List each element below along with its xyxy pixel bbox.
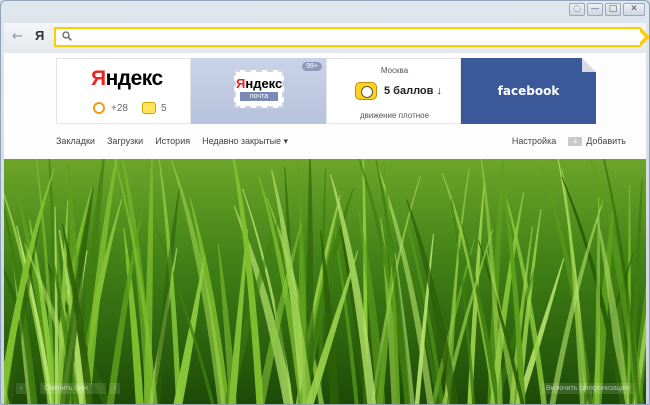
tile-mail[interactable]: 99+ Яндекс почта bbox=[191, 58, 326, 124]
bookmarks-link[interactable]: Закладки bbox=[56, 136, 95, 147]
tile-traffic[interactable]: Москва 5 баллов ↓ движение плотное bbox=[326, 58, 461, 124]
browser-window: ◌ — □ ✕ ← Я Яндекс +28 5 99+ Яндекс почт… bbox=[0, 0, 650, 405]
mail-stamp-logo: Яндекс почта bbox=[234, 70, 284, 108]
omnibox-arrow-icon bbox=[637, 27, 649, 47]
omnibox[interactable] bbox=[54, 27, 649, 47]
yandex-button[interactable]: Я bbox=[35, 28, 44, 43]
mail-sub-label: почта bbox=[240, 92, 278, 101]
yandex-logo: Яндекс bbox=[91, 67, 163, 90]
tile-fold-icon bbox=[582, 58, 596, 72]
add-icon: + bbox=[568, 137, 583, 146]
widgets-row: +28 5 bbox=[93, 102, 167, 114]
next-bg-button[interactable]: › bbox=[110, 383, 121, 394]
traffic-score: 5 bbox=[160, 102, 167, 114]
grass-image bbox=[4, 159, 646, 404]
sync-indicator-icon[interactable]: ◌ bbox=[569, 3, 585, 16]
right-links: Настройка + Добавить bbox=[512, 136, 626, 146]
temperature: +28 bbox=[111, 102, 128, 114]
sun-icon bbox=[93, 102, 105, 114]
toolbar: ← Я bbox=[4, 23, 649, 53]
title-bar: ◌ — □ ✕ bbox=[1, 1, 649, 23]
maximize-button[interactable]: □ bbox=[605, 3, 621, 16]
traffic-light-icon bbox=[355, 82, 377, 100]
tableau: Яндекс +28 5 99+ Яндекс почта Москва 5 б… bbox=[4, 53, 646, 159]
minimize-button[interactable]: — bbox=[587, 3, 603, 16]
traffic-status: движение плотное bbox=[359, 111, 430, 120]
change-bg-button[interactable]: Сменить фон bbox=[40, 383, 106, 394]
background-image: ‹ Сменить фон › Включить синхронизацию bbox=[4, 159, 646, 404]
close-button[interactable]: ✕ bbox=[623, 3, 645, 16]
traffic-icon bbox=[141, 102, 156, 114]
prev-bg-button[interactable]: ‹ bbox=[16, 383, 27, 394]
address-input[interactable] bbox=[76, 30, 616, 44]
add-link[interactable]: + Добавить bbox=[568, 136, 626, 146]
sync-button[interactable]: Включить синхронизацию bbox=[542, 383, 634, 394]
tile-row: Яндекс +28 5 99+ Яндекс почта Москва 5 б… bbox=[56, 58, 596, 124]
city-label: Москва bbox=[380, 66, 409, 75]
back-button[interactable]: ← bbox=[12, 29, 23, 44]
facebook-label: facebook bbox=[497, 84, 560, 98]
mail-count-badge: 99+ bbox=[302, 62, 322, 71]
recently-closed-link[interactable]: Недавно закрытые ▾ bbox=[202, 136, 288, 147]
tile-facebook[interactable]: facebook bbox=[461, 58, 596, 124]
history-link[interactable]: История bbox=[155, 136, 190, 147]
window-controls: ◌ — □ ✕ bbox=[569, 3, 645, 16]
traffic-score-label: 5 баллов ↓ bbox=[384, 85, 442, 97]
search-icon bbox=[62, 31, 72, 41]
bottom-links: Закладки Загрузки История Недавно закрыт… bbox=[56, 136, 288, 147]
downloads-link[interactable]: Загрузки bbox=[107, 136, 143, 147]
settings-link[interactable]: Настройка bbox=[512, 136, 556, 146]
tile-yandex[interactable]: Яндекс +28 5 bbox=[56, 58, 191, 124]
add-label: Добавить bbox=[586, 136, 626, 146]
